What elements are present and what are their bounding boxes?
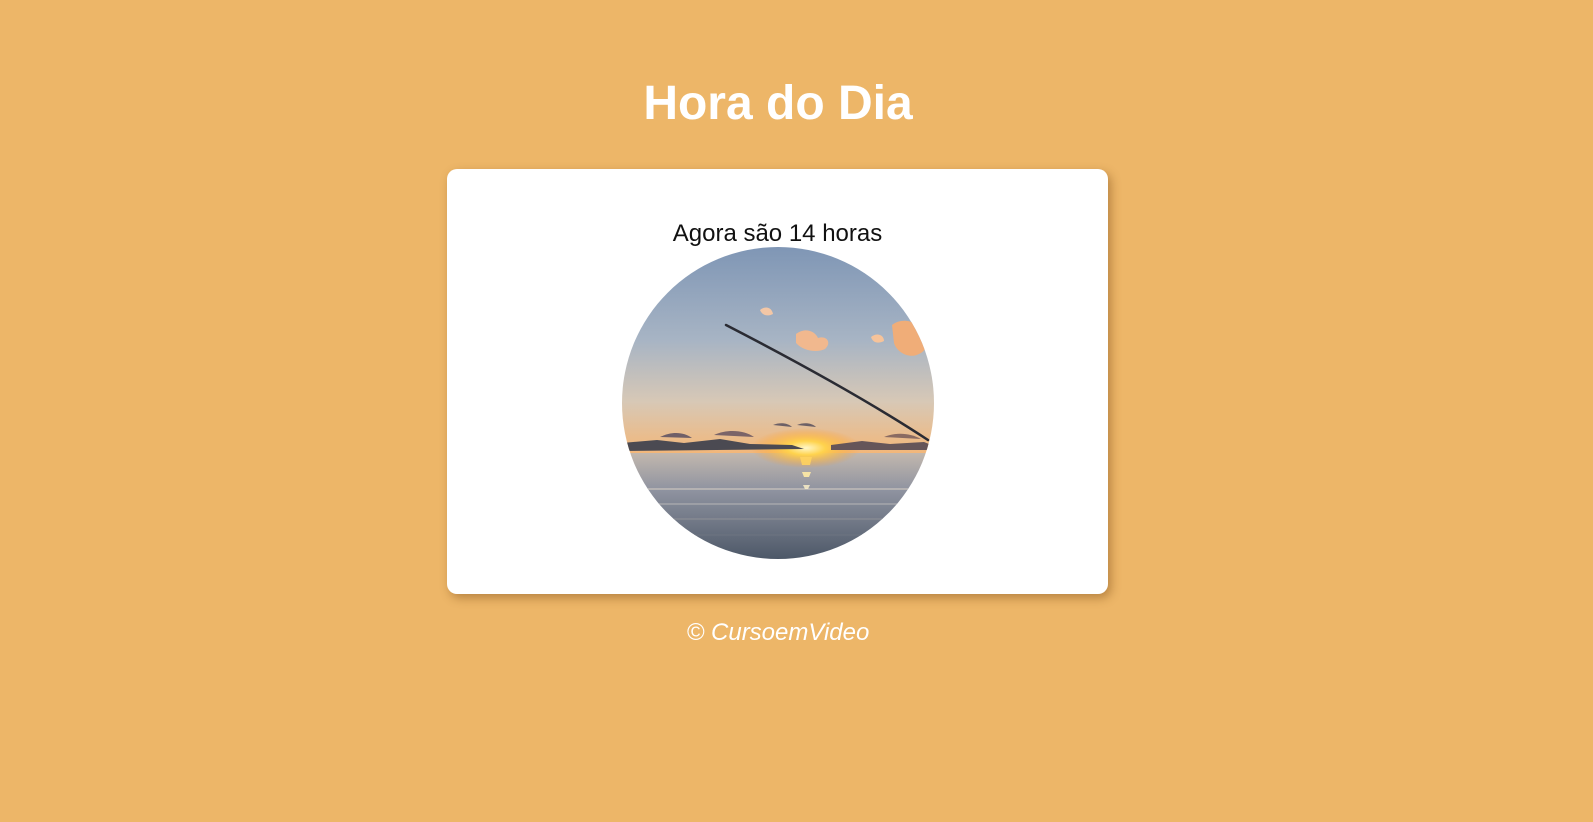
page-header: Hora do Dia <box>0 74 1556 134</box>
time-message: Agora são 14 horas <box>672 220 883 247</box>
footer-copyright: © CursoemVideo <box>686 619 870 646</box>
page-title: Hora do Dia <box>643 77 913 130</box>
content-card: Agora são 14 horas <box>447 169 1108 594</box>
sunset-photo <box>622 247 934 559</box>
